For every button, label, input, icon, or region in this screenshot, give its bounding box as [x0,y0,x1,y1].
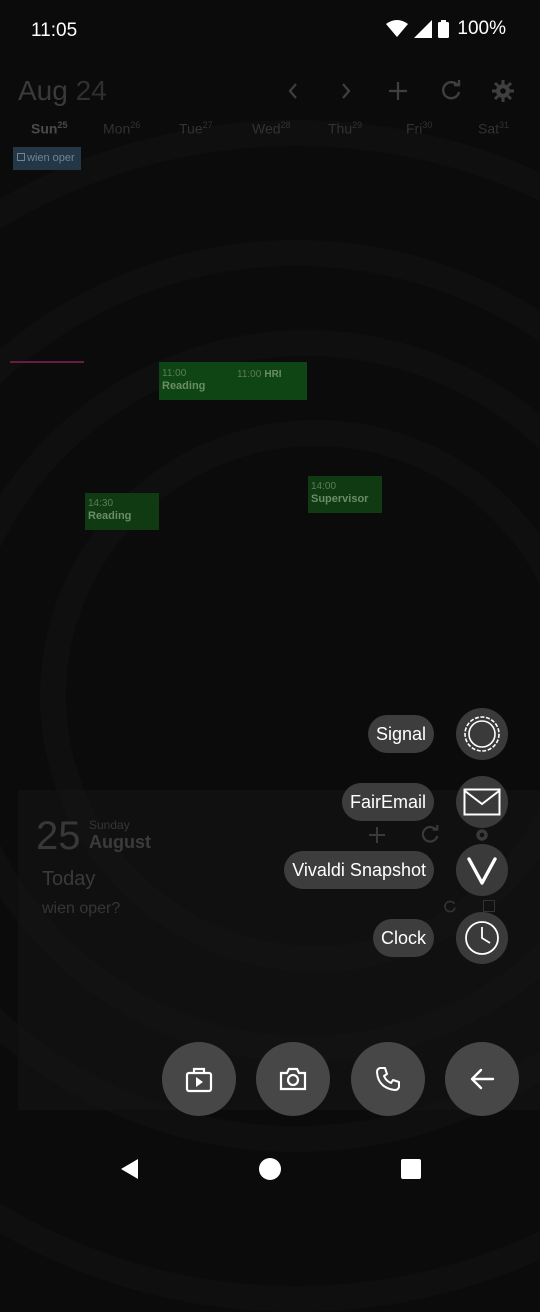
event-hri[interactable]: 11:00 HRI [234,362,307,400]
agenda-add-icon[interactable] [368,826,386,844]
event-supervisor[interactable]: 14:00 Supervisor [308,476,382,513]
shortcut-label: Signal [367,715,434,753]
calendar-title[interactable]: Aug 24 [18,75,107,107]
plus-icon [389,82,407,100]
settings-button[interactable] [488,76,518,106]
agenda-day-number: 25 [36,814,81,858]
shortcut-vivaldi[interactable]: Vivaldi Snapshot [284,844,508,896]
clock-icon[interactable] [456,912,508,964]
home-circle-icon [259,1158,281,1180]
shortcut-fairemail[interactable]: FairEmail [341,776,508,828]
weekday-tue: Tue27 [179,120,213,137]
shortcut-label: Vivaldi Snapshot [284,851,434,889]
play-store-button[interactable] [162,1042,236,1116]
triangle-back-icon [121,1159,138,1179]
refresh-button[interactable] [436,76,466,106]
shortcut-label: FairEmail [341,783,434,821]
back-button[interactable] [445,1042,519,1116]
nav-recents-button[interactable] [398,1156,424,1182]
battery-icon [438,20,450,38]
next-week-button[interactable] [331,76,361,106]
signal-icon[interactable] [456,708,508,760]
nav-back-button[interactable] [116,1156,142,1182]
weekday-header: Sun25 Mon26 Tue27 Wed28 Thu29 Fri30 Sat3… [0,120,540,142]
current-time-line [10,361,84,363]
shortcut-clock[interactable]: Clock [372,912,508,964]
phone-button[interactable] [351,1042,425,1116]
weekday-mon: Mon26 [103,120,141,137]
agenda-gear-icon[interactable] [473,826,491,844]
agenda-month: August [89,832,151,852]
nav-home-button[interactable] [257,1156,283,1182]
shortcut-label: Clock [372,919,434,957]
phone-icon [376,1067,400,1091]
refresh-icon [442,80,461,100]
camera-icon [279,1067,307,1091]
play-store-icon [185,1067,213,1093]
wifi-icon [386,20,409,37]
back-arrow-icon [470,1068,495,1090]
status-bar: 11:05 100% [0,0,540,62]
event-reading-1[interactable]: 11:00 Reading [159,362,235,400]
recents-square-icon [401,1159,421,1179]
weekday-thu: Thu29 [328,120,363,137]
camera-button[interactable] [256,1042,330,1116]
vivaldi-icon[interactable] [456,844,508,896]
prev-week-button[interactable] [278,76,308,106]
gear-icon [492,80,514,102]
system-nav-bar [0,1136,540,1200]
allday-event[interactable]: wien oper [13,147,81,170]
agenda-event[interactable]: wien oper? [42,900,120,918]
weekday-sun: Sun25 [31,120,68,137]
weekday-fri: Fri30 [406,120,433,137]
agenda-checkbox-icon[interactable] [483,900,495,912]
event-reading-2[interactable]: 14:30 Reading [85,493,159,530]
weekday-wed: Wed28 [252,120,291,137]
chevron-right-icon [342,83,351,99]
add-event-button[interactable] [383,76,413,106]
checkbox-icon [17,153,25,161]
status-time: 11:05 [31,20,78,41]
mail-icon[interactable] [456,776,508,828]
weekday-sat: Sat31 [478,120,510,137]
agenda-refresh-icon[interactable] [420,825,440,845]
chevron-left-icon [288,83,297,99]
signal-strength-icon [414,20,433,38]
shortcut-signal[interactable]: Signal [367,708,508,760]
agenda-day-of-week: Sunday [89,818,130,832]
battery-percent: 100% [457,18,506,39]
agenda-today-label: Today [42,868,96,890]
